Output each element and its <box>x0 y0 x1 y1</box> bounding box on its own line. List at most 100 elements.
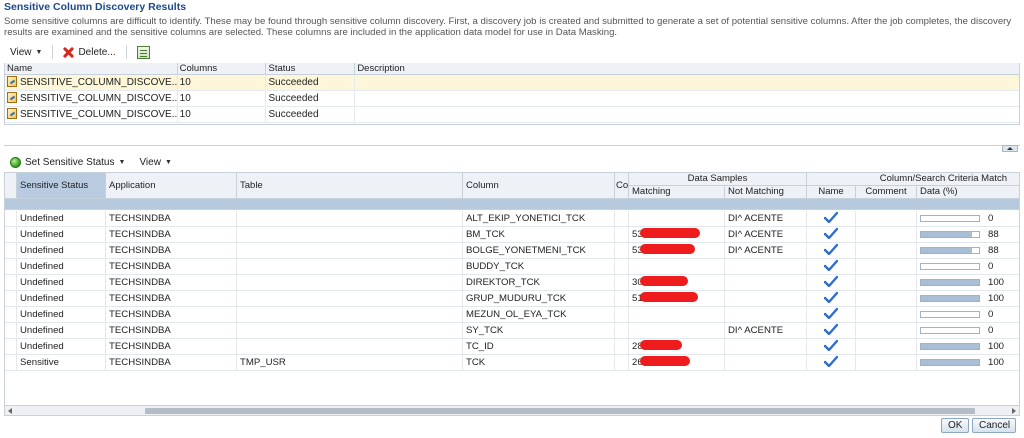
cell-matching: 51 <box>629 291 725 307</box>
table-row[interactable]: Undefined TECHSINDBA MEZUN_OL_EYA_TCK 0 <box>5 307 1019 323</box>
cell-column: TCK <box>463 355 615 371</box>
data-pct-value: 100 <box>988 277 1005 288</box>
set-sensitive-status-button[interactable]: Set Sensitive Status ▼ <box>4 153 131 171</box>
collapse-pane-button[interactable] <box>1002 145 1018 152</box>
columns-view-label: View <box>139 156 161 168</box>
table-row[interactable]: Undefined TECHSINDBA BUDDY_TCK 0 <box>5 259 1019 275</box>
row-status: Succeeded <box>266 75 356 90</box>
results-row[interactable]: SENSITIVE_COLUMN_DISCOVE... 10 Succeeded <box>5 91 1019 107</box>
header-status[interactable]: Status <box>266 63 356 74</box>
cell-name-match <box>807 291 856 307</box>
cell-data-pct: 0 <box>917 259 1019 275</box>
page-description: Some sensitive columns are difficult to … <box>4 16 1012 38</box>
cell-co <box>615 291 629 307</box>
columns-view-menu-button[interactable]: View ▼ <box>133 153 177 171</box>
header-not-matching[interactable]: Not Matching <box>725 186 807 199</box>
table-row[interactable]: Undefined TECHSINDBA GRUP_MUDURU_TCK 51 100 <box>5 291 1019 307</box>
cell-comment <box>856 259 917 275</box>
header-sensitive-status[interactable]: Sensitive Status <box>17 173 106 199</box>
header-application[interactable]: Application <box>106 173 237 199</box>
export-button[interactable] <box>131 43 156 61</box>
table-row[interactable]: Undefined TECHSINDBA ALT_EKIP_YONETICI_TCK… <box>5 211 1019 227</box>
toolbar-separator <box>125 45 127 59</box>
cell-sensitive-status: Undefined <box>17 275 106 291</box>
discovery-job-icon <box>7 108 17 119</box>
cell-not-matching: DI^ ACENTE <box>725 211 807 227</box>
cell-sensitive-status: Undefined <box>17 339 106 355</box>
cell-data-pct: 100 <box>917 291 1019 307</box>
cell-name-match <box>807 355 856 371</box>
data-pct-value: 0 <box>988 261 994 272</box>
results-row[interactable]: SENSITIVE_COLUMN_DISCOVE... 10 Succeeded <box>5 107 1019 123</box>
discovery-job-icon <box>7 92 17 103</box>
header-table[interactable]: Table <box>237 173 463 199</box>
checkmark-icon <box>824 308 838 320</box>
scrollbar-thumb[interactable] <box>145 408 975 414</box>
cell-column: MEZUN_OL_EYA_TCK <box>463 307 615 323</box>
checkmark-icon <box>824 276 838 288</box>
header-comment[interactable]: Comment <box>856 186 917 199</box>
cell-table <box>237 227 463 243</box>
table-row[interactable]: Undefined TECHSINDBA TC_ID 28 100 <box>5 339 1019 355</box>
cell-not-matching <box>725 339 807 355</box>
filter-row[interactable] <box>5 199 1019 210</box>
cell-name-match <box>807 243 856 259</box>
cell-data-pct: 0 <box>917 307 1019 323</box>
checkmark-icon <box>824 244 838 256</box>
redaction-mark <box>639 276 688 286</box>
cell-name-match <box>807 275 856 291</box>
cell-table <box>237 291 463 307</box>
table-row[interactable]: Undefined TECHSINDBA DIREKTOR_TCK 30 100 <box>5 275 1019 291</box>
cell-co <box>615 275 629 291</box>
view-menu-button[interactable]: View ▼ <box>4 43 48 61</box>
redaction-mark <box>639 292 698 302</box>
header-gutter <box>5 173 17 199</box>
cell-comment <box>856 307 917 323</box>
caret-down-icon: ▼ <box>118 158 126 166</box>
table-row[interactable]: Undefined TECHSINDBA BOLGE_YONETMENI_TCK 53… <box>5 243 1019 259</box>
cell-table <box>237 307 463 323</box>
cell-co <box>615 243 629 259</box>
scroll-right-icon[interactable] <box>1012 408 1016 414</box>
header-co[interactable]: Co <box>615 173 629 199</box>
cell-table <box>237 243 463 259</box>
cell-column: ALT_EKIP_YONETICI_TCK <box>463 211 615 227</box>
cell-comment <box>856 355 917 371</box>
cell-table: TMP_USR <box>237 355 463 371</box>
discovery-job-icon <box>7 76 17 87</box>
header-data-pct[interactable]: Data (%) <box>917 186 1019 199</box>
cell-matching <box>629 211 725 227</box>
table-row[interactable]: Sensitive TECHSINDBA TMP_USR TCK 26 100 <box>5 355 1019 371</box>
header-name[interactable]: Name <box>5 63 178 74</box>
header-description[interactable]: Description <box>355 63 1019 74</box>
cell-not-matching <box>725 307 807 323</box>
cell-data-pct: 88 <box>917 227 1019 243</box>
ok-button[interactable]: OK <box>941 418 969 433</box>
data-pct-value: 0 <box>988 325 994 336</box>
table-row[interactable]: Undefined TECHSINDBA SY_TCK DI^ ACENTE 0 <box>5 323 1019 339</box>
cell-matching: 30 <box>629 275 725 291</box>
pane-splitter[interactable] <box>4 145 1020 152</box>
row-status: Succeeded <box>266 107 356 122</box>
row-gutter <box>5 339 17 355</box>
delete-button[interactable]: Delete... <box>57 43 121 61</box>
row-gutter <box>5 323 17 339</box>
scroll-left-icon[interactable] <box>8 408 12 414</box>
header-columns[interactable]: Columns <box>178 63 267 74</box>
header-matching[interactable]: Matching <box>629 186 725 199</box>
cell-sensitive-status: Undefined <box>17 323 106 339</box>
table-row[interactable]: Undefined TECHSINDBA BM_TCK 53 DI^ ACENTE 88 <box>5 227 1019 243</box>
cell-not-matching: DI^ ACENTE <box>725 227 807 243</box>
view-menu-label: View <box>10 46 32 58</box>
horizontal-scrollbar[interactable] <box>5 405 1019 415</box>
data-pct-bar-fill <box>921 248 973 253</box>
cell-name-match <box>807 259 856 275</box>
header-name-match[interactable]: Name <box>807 186 856 199</box>
cell-co <box>615 211 629 227</box>
cell-matching: 53 <box>629 227 725 243</box>
results-row[interactable]: SENSITIVE_COLUMN_DISCOVE... 10 Succeeded <box>5 75 1019 91</box>
cancel-button[interactable]: Cancel <box>972 418 1016 433</box>
header-column[interactable]: Column <box>463 173 615 199</box>
cell-sensitive-status: Undefined <box>17 243 106 259</box>
cell-sensitive-status: Undefined <box>17 291 106 307</box>
